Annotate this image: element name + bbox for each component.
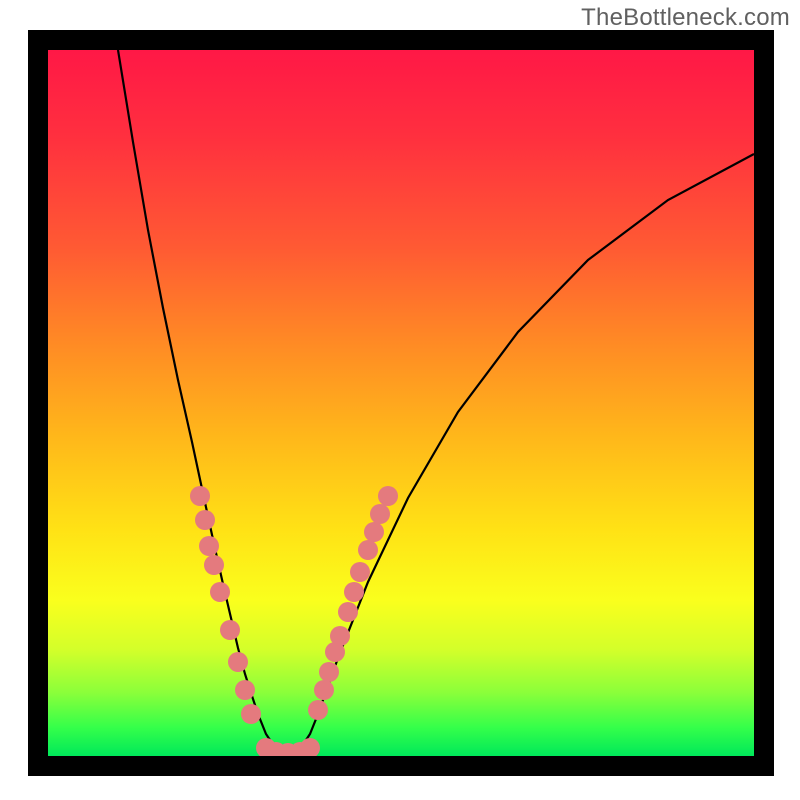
- data-dot: [378, 486, 398, 506]
- watermark-text: TheBottleneck.com: [581, 4, 790, 32]
- data-dot: [190, 486, 210, 506]
- bottleneck-curve: [118, 50, 754, 753]
- data-dot: [358, 540, 378, 560]
- data-dot: [210, 582, 230, 602]
- data-dot: [228, 652, 248, 672]
- data-dot: [220, 620, 240, 640]
- data-dot: [350, 562, 370, 582]
- chart-stage: TheBottleneck.com: [0, 0, 800, 800]
- data-dot: [364, 522, 384, 542]
- data-dot: [195, 510, 215, 530]
- data-dot: [300, 738, 320, 756]
- curve-svg: [48, 50, 754, 756]
- plot-area: [48, 50, 754, 756]
- data-dot: [338, 602, 358, 622]
- data-dot: [204, 555, 224, 575]
- data-dot: [199, 536, 219, 556]
- data-dot: [241, 704, 261, 724]
- data-dot: [314, 680, 334, 700]
- data-dot: [308, 700, 328, 720]
- data-dots-group: [190, 486, 398, 756]
- data-dot: [344, 582, 364, 602]
- data-dot: [235, 680, 255, 700]
- data-dot: [330, 626, 350, 646]
- chart-frame: [28, 30, 774, 776]
- data-dot: [370, 504, 390, 524]
- data-dot: [319, 662, 339, 682]
